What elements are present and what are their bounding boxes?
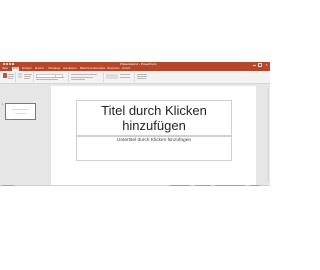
slide-number: 1	[2, 103, 4, 106]
vertical-scrollbar[interactable]	[267, 88, 269, 182]
layout-button[interactable]	[24, 74, 32, 75]
thumbnail-title-line	[12, 109, 29, 110]
editing-group	[135, 72, 151, 82]
select-button[interactable]	[137, 78, 146, 79]
minimize-button[interactable]	[253, 63, 256, 66]
clipboard-group	[1, 72, 16, 82]
undo-icon[interactable]	[6, 63, 8, 65]
text-direction-buttons[interactable]	[71, 79, 85, 80]
slide-thumbnail[interactable]	[5, 103, 36, 120]
replace-button[interactable]	[137, 76, 147, 77]
arrange-button[interactable]	[120, 74, 130, 75]
redo-icon[interactable]	[9, 63, 11, 65]
format-painter-button[interactable]	[8, 78, 13, 79]
copy-button[interactable]	[8, 76, 14, 77]
close-button[interactable]: ×	[265, 63, 268, 67]
start-presentation-icon[interactable]	[12, 63, 14, 65]
status-bar	[0, 185, 270, 186]
subtitle-placeholder[interactable]: Untertitel durch Klicken hinzufügen	[76, 136, 232, 161]
slides-thumbnail-panel: 1	[0, 84, 45, 185]
font-color-buttons[interactable]	[36, 79, 58, 80]
quick-access-toolbar	[3, 63, 17, 66]
shapes-gallery[interactable]	[106, 74, 118, 79]
screen: Präsentation1 - PowerPoint × Datei Start…	[0, 0, 270, 270]
section-button[interactable]	[24, 78, 30, 79]
list-buttons[interactable]	[71, 74, 97, 75]
thumbnail-subtitle-line	[15, 113, 26, 114]
cut-button[interactable]	[8, 74, 14, 75]
view-buttons[interactable]	[195, 185, 211, 186]
reset-button[interactable]	[24, 76, 31, 77]
find-button[interactable]	[137, 74, 147, 75]
slide-canvas[interactable]: Titel durch Klicken hinzufügen Untertite…	[51, 86, 256, 185]
slide-indicator	[2, 185, 14, 186]
alignment-buttons[interactable]	[71, 77, 93, 78]
zoom-level[interactable]	[250, 185, 260, 186]
new-slide-icon[interactable]	[18, 73, 22, 78]
quick-styles-button[interactable]	[120, 77, 130, 78]
powerpoint-window: Präsentation1 - PowerPoint × Datei Start…	[0, 62, 270, 186]
font-group	[34, 72, 69, 82]
title-placeholder-text: Titel durch Klicken hinzufügen	[101, 103, 207, 133]
notes-comments-buttons[interactable]	[170, 185, 190, 186]
ribbon-toolbar	[0, 71, 270, 84]
drawing-group	[104, 72, 135, 82]
paragraph-group	[69, 72, 104, 82]
font-format-buttons[interactable]	[36, 77, 64, 78]
zoom-slider[interactable]	[215, 185, 245, 186]
slide-editor: Titel durch Klicken hinzufügen Untertite…	[45, 84, 270, 185]
paste-icon[interactable]	[3, 73, 7, 78]
title-placeholder[interactable]: Titel durch Klicken hinzufügen	[76, 100, 232, 136]
subtitle-placeholder-text: Untertitel durch Klicken hinzufügen	[116, 138, 192, 143]
slides-group	[16, 72, 34, 82]
save-icon[interactable]	[3, 63, 5, 65]
